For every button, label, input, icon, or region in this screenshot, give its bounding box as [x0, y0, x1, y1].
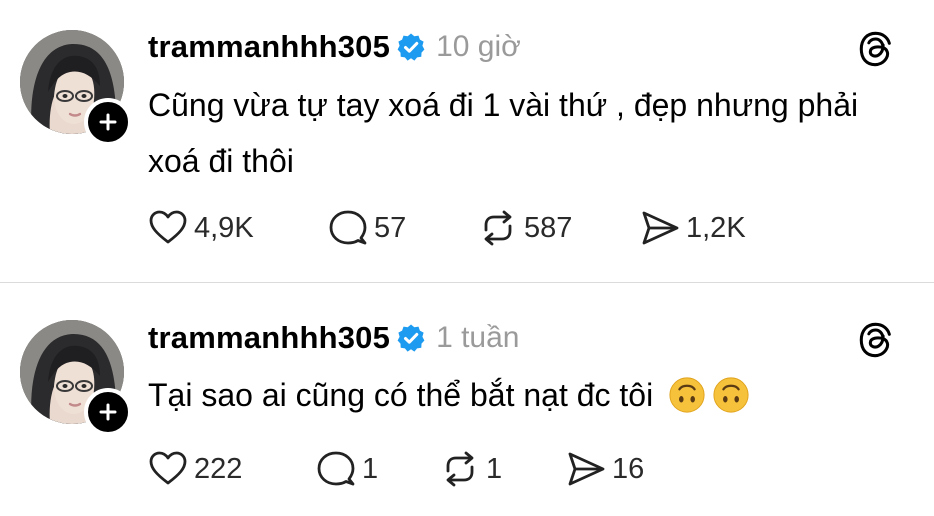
heart-icon — [148, 208, 188, 248]
reply-button[interactable]: 57 — [328, 208, 406, 248]
action-bar: 4,9K 57 587 1,2K — [148, 208, 848, 248]
share-button[interactable]: 16 — [566, 449, 644, 489]
reply-count: 1 — [362, 452, 379, 485]
post-text: Cũng vừa tự tay xoá đi 1 vài thứ , đẹp n… — [148, 77, 888, 189]
comment-bubble-icon — [316, 449, 356, 489]
threads-logo-icon[interactable] — [857, 30, 895, 68]
upside-down-face-emoji-icon — [712, 376, 750, 414]
send-icon — [566, 449, 606, 489]
repost-button[interactable]: 1 — [440, 449, 502, 489]
post[interactable]: trammanhhh305 1 tuần Tại sao ai cũng có … — [0, 283, 934, 516]
plus-icon — [96, 400, 120, 424]
verified-badge-icon — [396, 32, 426, 62]
action-bar: 222 1 1 16 — [148, 449, 848, 489]
post[interactable]: trammanhhh305 10 giờ Cũng vừa tự tay xoá… — [0, 0, 934, 282]
like-count: 4,9K — [194, 211, 254, 244]
post-header: trammanhhh305 10 giờ — [148, 25, 521, 69]
share-count: 1,2K — [686, 211, 746, 244]
repost-arrows-icon — [478, 208, 518, 248]
plus-icon — [96, 110, 120, 134]
timestamp: 1 tuần — [436, 321, 520, 354]
share-button[interactable]: 1,2K — [640, 208, 746, 248]
post-text-content: Cũng vừa tự tay xoá đi 1 vài thứ , đẹp n… — [148, 87, 859, 179]
timestamp: 10 giờ — [436, 30, 521, 63]
threads-logo-icon[interactable] — [857, 321, 895, 359]
post-header: trammanhhh305 1 tuần — [148, 316, 520, 360]
post-text: Tại sao ai cũng có thể bắt nạt đc tôi — [148, 367, 888, 423]
follow-button[interactable] — [84, 388, 132, 436]
post-text-content: Tại sao ai cũng có thể bắt nạt đc tôi — [148, 377, 654, 413]
upside-down-face-emoji-icon — [668, 376, 706, 414]
repost-arrows-icon — [440, 449, 480, 489]
like-count: 222 — [194, 452, 243, 485]
verified-badge-icon — [396, 323, 426, 353]
like-button[interactable]: 222 — [148, 449, 242, 489]
comment-bubble-icon — [328, 208, 368, 248]
like-button[interactable]: 4,9K — [148, 208, 254, 248]
repost-count: 587 — [524, 211, 573, 244]
send-icon — [640, 208, 680, 248]
share-count: 16 — [612, 452, 645, 485]
repost-count: 1 — [486, 452, 503, 485]
follow-button[interactable] — [84, 98, 132, 146]
username[interactable]: trammanhhh305 — [148, 29, 390, 65]
repost-button[interactable]: 587 — [478, 208, 572, 248]
reply-button[interactable]: 1 — [316, 449, 378, 489]
heart-icon — [148, 449, 188, 489]
username[interactable]: trammanhhh305 — [148, 320, 390, 356]
reply-count: 57 — [374, 211, 407, 244]
